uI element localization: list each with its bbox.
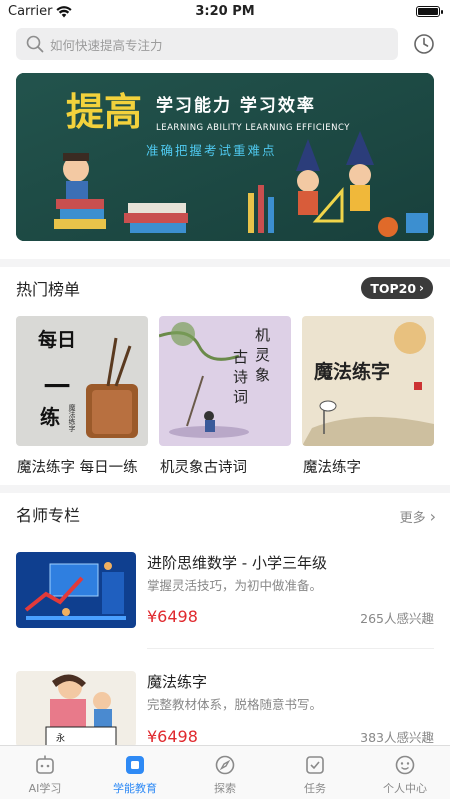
banner-english: LEARNING ABILITY LEARNING EFFICIENCY [156, 123, 350, 133]
banner-tagline: 准确把握考试重难点 [146, 143, 277, 158]
more-label: 更多 [399, 511, 426, 526]
course-2-desc: 完整教材体系，脱格随意书写。 [147, 697, 323, 712]
hot-card-3-art: 魔法练字 [314, 360, 390, 383]
hot-card-2-art-4: 古 [233, 348, 248, 366]
tab-education-label: 学能教育 [113, 782, 157, 795]
history-button[interactable] [410, 30, 438, 58]
hot-card-1-image: 每日 一 练 魔法练字 [16, 316, 148, 446]
course-1-image[interactable] [16, 552, 136, 628]
banner-headline: 提高 [66, 89, 142, 134]
course-2-image[interactable]: 永 [16, 671, 136, 747]
hot-card-3[interactable]: 魔法练字 [302, 316, 434, 446]
hot-card-1-art-3: 练 [40, 405, 60, 429]
course-1-desc: 掌握灵活技巧，为初中做准备。 [147, 578, 323, 593]
profile-face-icon [395, 755, 415, 775]
section-divider [0, 259, 450, 267]
banner-art: 提高 学习能力 学习效率 LEARNING ABILITY LEARNING E… [16, 73, 434, 241]
chevron-right-icon: › [429, 507, 436, 526]
tab-ai-learning[interactable]: AI学习 [0, 746, 90, 799]
tab-explore[interactable]: 探索 [180, 746, 270, 799]
task-check-icon [306, 756, 324, 774]
hot-card-1-label[interactable]: 魔法练字 每日一练 [17, 456, 149, 477]
banner-subtitle: 学习能力 学习效率 [156, 95, 316, 116]
course-1-price: ¥6498 [147, 607, 198, 626]
hot-card-2-image: 机 灵 象 古 诗 词 [159, 316, 291, 446]
chevron-right-icon: › [419, 281, 424, 295]
course-1-title[interactable]: 进阶思维数学 - 小学三年级 [147, 552, 327, 573]
course-2-interest: 383人感兴趣 [360, 730, 434, 745]
compass-icon [215, 755, 235, 775]
promo-banner[interactable]: 提高 学习能力 学习效率 LEARNING ABILITY LEARNING E… [16, 73, 434, 241]
hot-card-3-label[interactable]: 魔法练字 [303, 456, 435, 477]
status-time: 3:20 PM [195, 4, 255, 19]
search-input[interactable]: 如何快速提高专注力 [16, 28, 398, 60]
course-2-art-text: 永 [56, 732, 65, 744]
hot-card-2-art-3: 象 [255, 366, 270, 384]
tab-profile[interactable]: 个人中心 [360, 746, 450, 799]
hot-card-2-art-5: 诗 [233, 368, 248, 386]
tab-ai-learning-label: AI学习 [28, 782, 62, 795]
hot-card-3-image: 魔法练字 [302, 316, 434, 446]
status-bar: Carrier 3:20 PM [0, 0, 450, 24]
top20-button[interactable]: TOP20 › [361, 277, 433, 299]
course-2-price: ¥6498 [147, 727, 198, 746]
hot-card-1-art-2: 一 [44, 373, 70, 403]
robot-icon [36, 755, 54, 774]
course-1-interest: 265人感兴趣 [360, 611, 434, 626]
more-button[interactable]: 更多 › [400, 507, 436, 526]
hot-card-2-label[interactable]: 机灵象古诗词 [160, 456, 292, 477]
square-icon [126, 756, 144, 774]
hot-card-1[interactable]: 每日 一 练 魔法练字 [16, 316, 148, 446]
hot-card-2[interactable]: 机 灵 象 古 诗 词 [159, 316, 291, 446]
clock-icon [414, 34, 434, 54]
search-icon [26, 35, 44, 53]
hot-list-title: 热门榜单 [16, 280, 81, 299]
battery-icon [416, 6, 443, 17]
search-row: 如何快速提高专注力 [16, 28, 438, 60]
hot-card-2-art-1: 机 [255, 326, 270, 344]
teachers-title: 名师专栏 [16, 506, 81, 525]
hot-card-2-art-2: 灵 [255, 346, 270, 364]
row-divider [147, 648, 434, 649]
hot-card-1-seal: 魔法练字 [68, 403, 76, 432]
search-placeholder: 如何快速提高专注力 [50, 37, 163, 53]
tab-bar: AI学习 学能教育 探索 任务 个人中心 [0, 745, 450, 799]
hot-card-1-art-1: 每日 [38, 328, 76, 351]
course-1-art [16, 552, 136, 628]
course-2-art: 永 [16, 671, 136, 747]
course-2-title[interactable]: 魔法练字 [147, 671, 207, 692]
tab-tasks-label: 任务 [304, 782, 326, 795]
tab-explore-label: 探索 [214, 782, 236, 795]
hot-card-2-art-6: 词 [233, 388, 248, 406]
top20-label: TOP20 [370, 280, 417, 296]
tab-education[interactable]: 学能教育 [90, 746, 180, 799]
tab-profile-label: 个人中心 [383, 782, 427, 795]
tab-tasks[interactable]: 任务 [270, 746, 360, 799]
section-divider [0, 485, 450, 493]
